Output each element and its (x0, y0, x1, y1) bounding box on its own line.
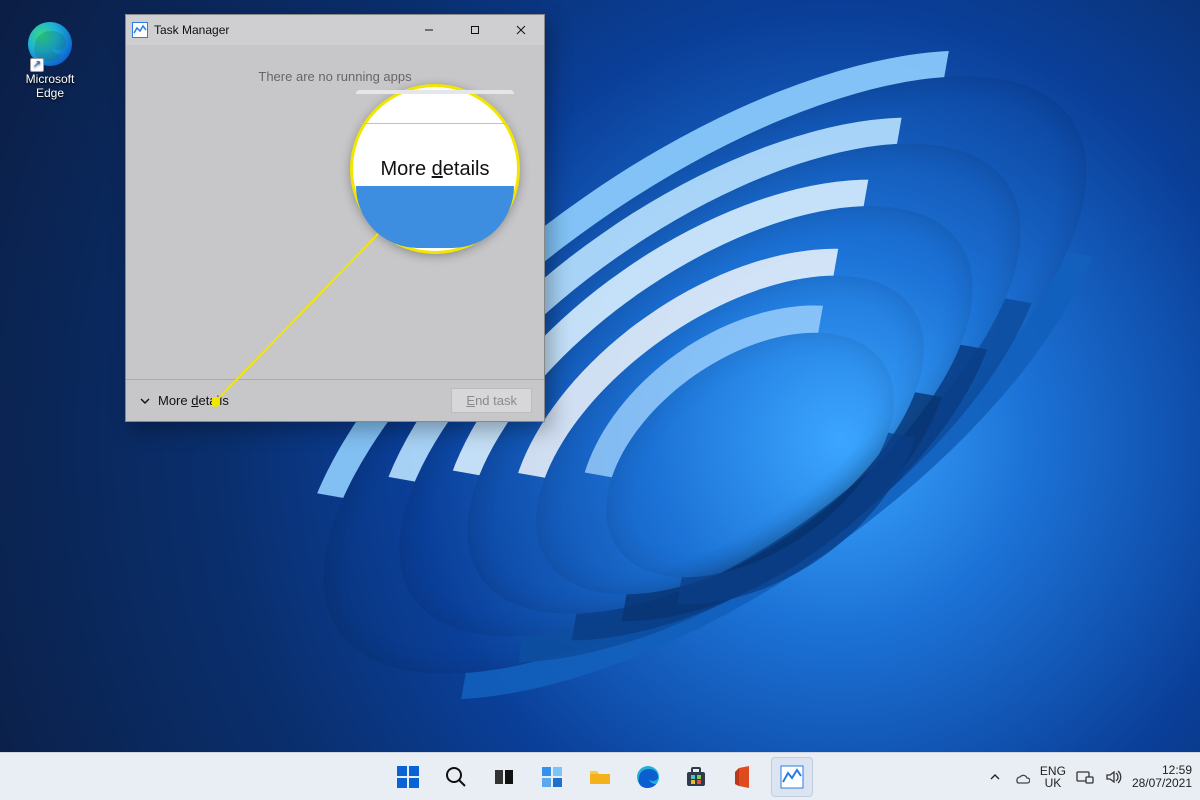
desktop-icon-edge[interactable]: ↗ Microsoft Edge (10, 20, 90, 100)
task-manager-footer: More details End task (126, 379, 544, 421)
folder-icon (587, 764, 613, 790)
empty-apps-message: There are no running apps (126, 69, 544, 84)
network-icon[interactable] (1076, 768, 1094, 786)
language-top: ENG (1040, 765, 1066, 777)
task-view-icon (491, 764, 517, 790)
annotation-text: More details (381, 158, 490, 181)
file-explorer-button[interactable] (579, 757, 621, 797)
minimize-button[interactable] (406, 15, 452, 45)
task-manager-icon (132, 22, 148, 38)
office-button[interactable] (723, 757, 765, 797)
language-bottom: UK (1040, 777, 1066, 789)
taskbar-task-manager-button[interactable] (771, 757, 813, 797)
microsoft-store-button[interactable] (675, 757, 717, 797)
maximize-icon (469, 24, 481, 36)
office-icon (731, 764, 757, 790)
tray-overflow-button[interactable] (988, 770, 1002, 784)
search-icon (443, 764, 469, 790)
onedrive-icon[interactable] (1012, 768, 1030, 786)
desktop: ↗ Microsoft Edge Task Manager (0, 0, 1200, 800)
store-icon (683, 764, 709, 790)
taskbar-edge-button[interactable] (627, 757, 669, 797)
task-view-button[interactable] (483, 757, 525, 797)
language-indicator[interactable]: ENG UK (1040, 765, 1066, 789)
close-button[interactable] (498, 15, 544, 45)
window-title: Task Manager (154, 23, 229, 37)
minimize-icon (423, 24, 435, 36)
start-button[interactable] (387, 757, 429, 797)
more-details-button[interactable]: More details (138, 393, 229, 408)
volume-icon[interactable] (1104, 768, 1122, 786)
desktop-icon-label: Microsoft Edge (10, 72, 90, 100)
widgets-button[interactable] (531, 757, 573, 797)
taskbar-center (387, 753, 813, 800)
edge-icon (635, 764, 661, 790)
chevron-down-icon (138, 394, 152, 408)
system-tray: ENG UK 12:59 28/07/2021 (988, 753, 1192, 800)
windows-logo-icon (395, 764, 421, 790)
task-manager-icon (779, 764, 805, 790)
shortcut-arrow-icon: ↗ (30, 58, 44, 72)
end-task-button: End task (451, 388, 532, 413)
clock[interactable]: 12:59 28/07/2021 (1132, 764, 1192, 790)
titlebar[interactable]: Task Manager (126, 15, 544, 45)
search-button[interactable] (435, 757, 477, 797)
clock-time: 12:59 (1132, 764, 1192, 777)
close-icon (515, 24, 527, 36)
taskbar: ENG UK 12:59 28/07/2021 (0, 752, 1200, 800)
maximize-button[interactable] (452, 15, 498, 45)
annotation-callout: More details (350, 84, 520, 254)
clock-date: 28/07/2021 (1132, 777, 1192, 790)
more-details-label: More details (158, 393, 229, 408)
widgets-icon (539, 764, 565, 790)
